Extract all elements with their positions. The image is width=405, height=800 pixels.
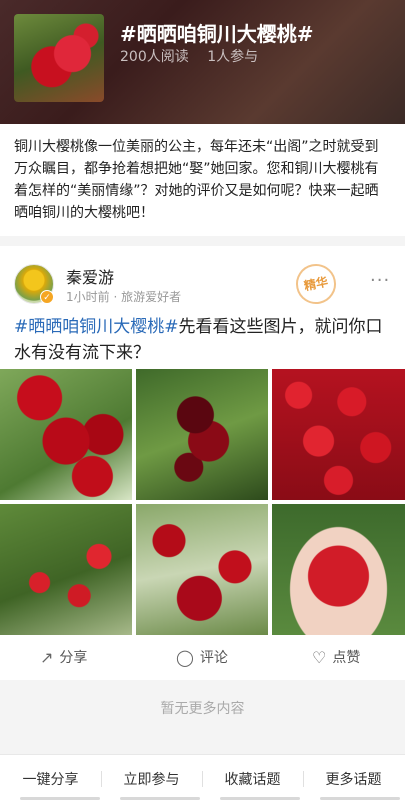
comment-icon: ◯ <box>176 647 194 667</box>
bottom-action-bar: 一键分享 立即参与 收藏话题 更多话题 <box>0 754 405 800</box>
read-count: 200人阅读 <box>120 49 189 65</box>
featured-stamp: 精华 <box>292 260 340 308</box>
share-label: 分享 <box>59 650 88 666</box>
post-card: ✓ 秦爱游 1小时前 · 旅游爱好者 精华 ··· #晒晒咱铜川大樱桃#先看看这… <box>0 246 405 680</box>
topic-title: #晒晒咱铜川大樱桃# <box>120 22 314 46</box>
topic-intro: 铜川大樱桃像一位美丽的公主，每年还未“出阁”之时就受到万众瞩目，都争抢着想把她“… <box>0 124 405 236</box>
post-photo-6[interactable] <box>272 504 405 635</box>
post-photo-4[interactable] <box>0 504 132 635</box>
username[interactable]: 秦爱游 <box>66 264 114 288</box>
image-grid <box>0 369 405 637</box>
post-meta: 1小时前 · 旅游爱好者 <box>66 290 182 304</box>
post-photo-3[interactable] <box>272 369 405 500</box>
share-button[interactable]: ↗ 分享 <box>40 647 87 667</box>
post-content: #晒晒咱铜川大樱桃#先看看这些图片，就问你口水有没有流下来？ <box>14 314 394 366</box>
comment-label: 评论 <box>199 650 228 666</box>
like-button[interactable]: ♡ 点赞 <box>312 647 360 667</box>
post-photo-1[interactable] <box>0 369 132 500</box>
topic-stats: 200人阅读 1人参与 <box>120 46 272 66</box>
post-photo-2[interactable] <box>136 369 268 500</box>
comment-button[interactable]: ◯ 评论 <box>176 647 228 667</box>
favorite-topic-button[interactable]: 收藏话题 <box>202 769 303 789</box>
like-label: 点赞 <box>332 650 361 666</box>
topic-cover-image <box>14 14 104 102</box>
feed-end-text: 暂无更多内容 <box>160 701 245 717</box>
verified-badge-icon: ✓ <box>40 290 54 304</box>
share-icon: ↗ <box>40 647 54 667</box>
post-actions: ↗ 分享 ◯ 评论 ♡ 点赞 <box>0 639 405 680</box>
post-photo-5[interactable] <box>136 504 268 635</box>
heart-icon: ♡ <box>312 647 327 667</box>
topic-header: #晒晒咱铜川大樱桃# 200人阅读 1人参与 <box>0 0 405 124</box>
more-topics-button[interactable]: 更多话题 <box>303 769 404 789</box>
hashtag-link[interactable]: #晒晒咱铜川大樱桃# <box>14 317 179 337</box>
one-click-share-button[interactable]: 一键分享 <box>0 769 101 789</box>
more-options-icon[interactable]: ··· <box>370 270 390 291</box>
join-now-button[interactable]: 立即参与 <box>101 769 202 789</box>
participant-count: 1人参与 <box>207 49 259 65</box>
